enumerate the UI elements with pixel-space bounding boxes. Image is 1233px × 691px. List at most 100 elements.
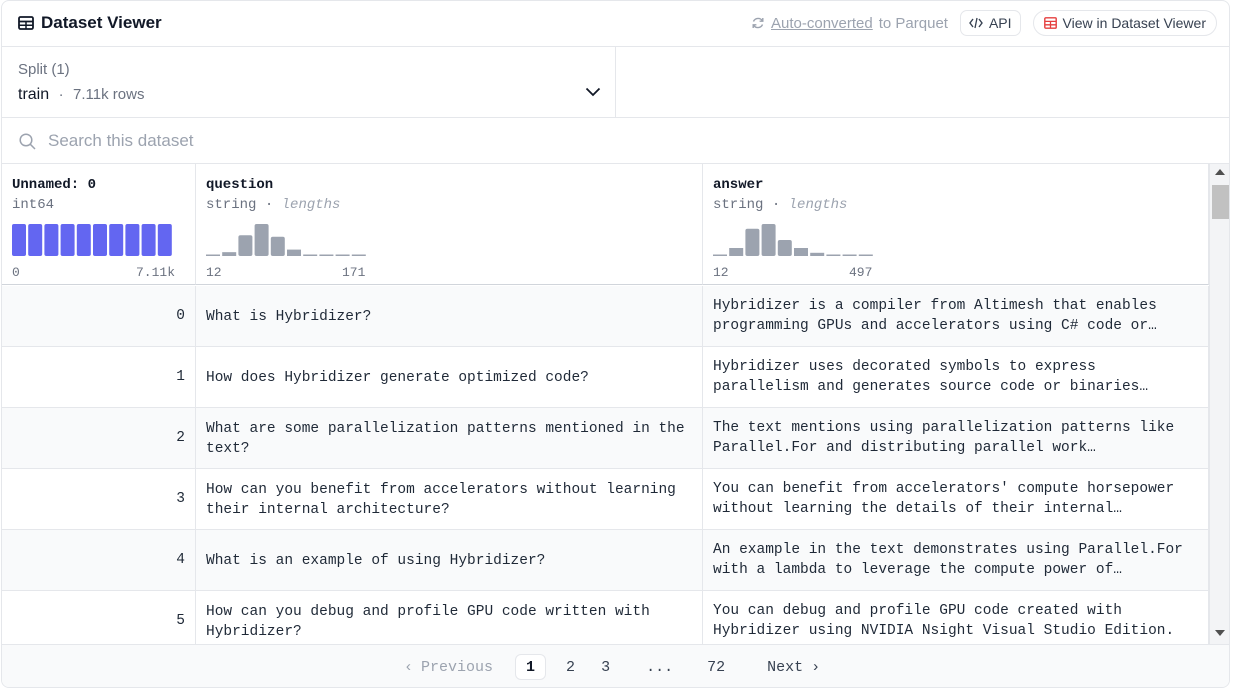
api-button[interactable]: API (959, 10, 1021, 36)
question-cell[interactable]: How can you debug and profile GPU code w… (196, 591, 703, 644)
search-icon (19, 133, 36, 150)
viewer-header: Dataset Viewer Auto-converted to Parquet (2, 1, 1229, 47)
table-row[interactable]: 2 What are some parallelization patterns… (2, 408, 1209, 469)
histogram-bar[interactable] (12, 224, 26, 256)
split-name: train (18, 86, 50, 103)
answer-text: Hybridizer uses decorated symbols to exp… (713, 359, 1149, 395)
page-button[interactable]: 3 (595, 654, 616, 680)
histogram-bar[interactable] (745, 228, 760, 256)
histogram-bar[interactable] (303, 254, 318, 257)
scroll-up-arrow-icon[interactable] (1215, 169, 1225, 175)
question-cell[interactable]: How can you benefit from accelerators wi… (196, 469, 703, 530)
histogram-bar[interactable] (44, 224, 59, 256)
previous-label: Previous (421, 658, 494, 676)
pagination: ‹ Previous 1 2 3 ... 72 Next › (2, 644, 1229, 687)
chevron-left-icon: ‹ (404, 658, 414, 676)
answer-cell[interactable]: Hybridizer uses decorated symbols to exp… (703, 347, 1209, 408)
histogram-bar[interactable] (858, 254, 873, 257)
histogram-bar[interactable] (319, 254, 334, 257)
page-button-current[interactable]: 1 (515, 654, 547, 680)
histogram-bar[interactable] (761, 224, 776, 256)
viewer-title: Dataset Viewer (18, 13, 162, 33)
code-icon (969, 17, 983, 29)
view-label: View in Dataset Viewer (1062, 15, 1206, 31)
question-text: What are some parallelization patterns m… (206, 420, 685, 457)
histogram-answer (713, 224, 873, 257)
answer-cell[interactable]: You can debug and profile GPU code creat… (703, 591, 1209, 644)
histogram-bar[interactable] (713, 254, 727, 257)
histogram-bar[interactable] (351, 254, 366, 257)
view-in-dataset-viewer-button[interactable]: View in Dataset Viewer (1032, 10, 1217, 36)
histogram-bar[interactable] (109, 224, 124, 256)
question-cell[interactable]: What is Hybridizer? (196, 286, 703, 347)
range-min: 0 (12, 265, 20, 280)
histogram-bar[interactable] (76, 224, 91, 256)
column-type: string · lengths (713, 197, 848, 213)
histogram-bar[interactable] (238, 235, 253, 256)
question-text: How can you debug and profile GPU code w… (206, 603, 650, 640)
previous-page-button[interactable]: ‹ Previous (394, 654, 515, 680)
histogram-bar[interactable] (810, 252, 825, 256)
histogram-bar[interactable] (270, 236, 285, 256)
answer-cell[interactable]: You can benefit from accelerators' compu… (703, 469, 1209, 530)
histogram-bar[interactable] (157, 224, 172, 256)
answer-text: The text mentions using parallelization … (713, 420, 1175, 456)
vertical-scrollbar[interactable] (1209, 164, 1229, 644)
split-selector[interactable]: Split (1) train · 7.11k rows (2, 47, 616, 118)
column-header-answer[interactable]: answer string · lengths 12 497 (703, 164, 1209, 285)
column-header-unnamed[interactable]: Unnamed: 0 int64 0 7.11k (2, 164, 196, 285)
column-type: int64 (12, 197, 55, 213)
table-row[interactable]: 5 How can you debug and profile GPU code… (2, 591, 1209, 644)
histogram-bar[interactable] (335, 254, 350, 257)
question-text: How can you benefit from accelerators wi… (206, 481, 676, 518)
column-header-question[interactable]: question string · lengths 12 171 (196, 164, 703, 285)
histogram-bar[interactable] (60, 224, 75, 256)
row-index: 0 (2, 286, 196, 347)
next-page-button[interactable]: Next › (745, 654, 830, 680)
histogram-bar[interactable] (93, 224, 107, 256)
page-button-last[interactable]: 72 (701, 654, 731, 680)
answer-text: An example in the text demonstrates usin… (713, 542, 1183, 578)
table-row[interactable]: 1 How does Hybridizer generate optimized… (2, 347, 1209, 408)
histogram-bar[interactable] (141, 224, 156, 256)
histogram-bar[interactable] (125, 224, 140, 256)
question-cell[interactable]: How does Hybridizer generate optimized c… (196, 347, 703, 408)
histogram-bar[interactable] (254, 224, 269, 256)
split-label: Split (1) (18, 61, 70, 78)
histogram-bar[interactable] (287, 249, 301, 256)
histogram-bar[interactable] (206, 254, 220, 257)
row-index: 4 (2, 530, 196, 591)
answer-cell[interactable]: Hybridizer is a compiler from Altimesh t… (703, 286, 1209, 347)
histogram-bar[interactable] (28, 224, 43, 256)
histogram-bar[interactable] (729, 248, 744, 256)
answer-text: You can debug and profile GPU code creat… (713, 603, 1175, 639)
table-row[interactable]: 4 What is an example of using Hybridizer… (2, 530, 1209, 591)
auto-converted-link[interactable]: Auto-converted (771, 15, 873, 32)
split-rows: 7.11k rows (73, 86, 145, 103)
dataset-viewer: Dataset Viewer Auto-converted to Parquet (1, 0, 1230, 688)
refresh-icon (752, 17, 764, 29)
scroll-down-arrow-icon[interactable] (1215, 630, 1225, 636)
chevron-down-icon[interactable] (585, 87, 601, 97)
histogram-bar[interactable] (777, 240, 792, 256)
histogram-bar[interactable] (794, 248, 808, 256)
scrollbar-thumb[interactable] (1212, 185, 1229, 219)
question-text: What is an example of using Hybridizer? (206, 552, 546, 569)
question-cell[interactable]: What is an example of using Hybridizer? (196, 530, 703, 591)
table-icon (1043, 17, 1057, 29)
answer-cell[interactable]: The text mentions using parallelization … (703, 408, 1209, 469)
search-bar[interactable] (2, 118, 1229, 164)
range-min: 12 (713, 265, 729, 280)
column-name: answer (713, 177, 764, 193)
histogram-bar[interactable] (222, 252, 237, 256)
row-index: 5 (2, 591, 196, 644)
histogram-bar[interactable] (826, 254, 841, 257)
table-row[interactable]: 0 What is Hybridizer? Hybridizer is a co… (2, 286, 1209, 347)
answer-cell[interactable]: An example in the text demonstrates usin… (703, 530, 1209, 591)
search-input[interactable] (48, 129, 648, 153)
table-icon (18, 16, 34, 30)
table-row[interactable]: 3 How can you benefit from accelerators … (2, 469, 1209, 530)
histogram-bar[interactable] (842, 254, 857, 257)
page-button[interactable]: 2 (560, 654, 581, 680)
question-cell[interactable]: What are some parallelization patterns m… (196, 408, 703, 469)
